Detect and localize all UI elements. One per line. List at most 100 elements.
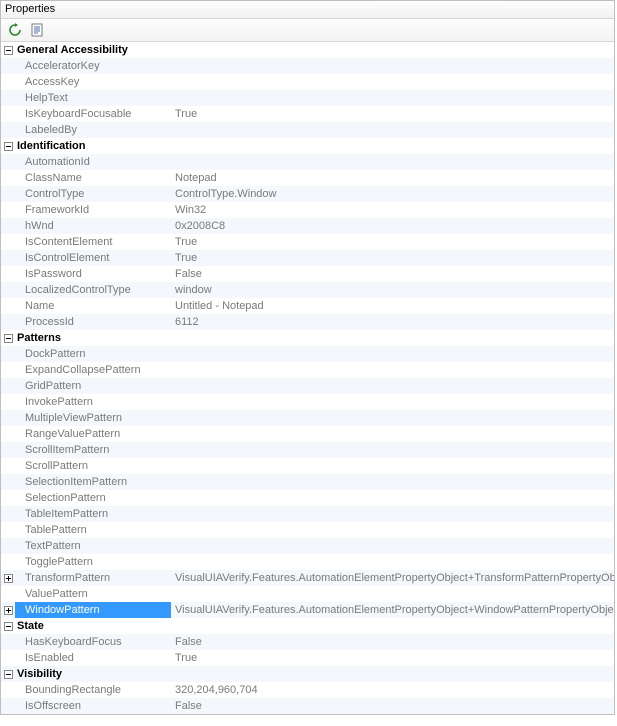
property-row[interactable]: DockPattern	[1, 346, 614, 362]
property-value[interactable]	[171, 378, 614, 394]
property-row[interactable]: TextPattern	[1, 538, 614, 554]
category-row[interactable]: Visibility	[1, 666, 614, 682]
property-row[interactable]: ControlTypeControlType.Window	[1, 186, 614, 202]
expander-spacer	[1, 154, 15, 170]
expander-spacer	[1, 698, 15, 714]
property-value[interactable]	[171, 410, 614, 426]
category-row[interactable]: Patterns	[1, 330, 614, 346]
property-row[interactable]: TableItemPattern	[1, 506, 614, 522]
expand-icon[interactable]	[1, 602, 15, 618]
property-row[interactable]: MultipleViewPattern	[1, 410, 614, 426]
property-row[interactable]: GridPattern	[1, 378, 614, 394]
category-label: State	[15, 618, 171, 634]
property-label: TableItemPattern	[15, 506, 171, 522]
property-value[interactable]	[171, 90, 614, 106]
property-row[interactable]: ScrollItemPattern	[1, 442, 614, 458]
property-row[interactable]: IsControlElementTrue	[1, 250, 614, 266]
category-row[interactable]: General Accessibility	[1, 42, 614, 58]
property-grid[interactable]: General AccessibilityAcceleratorKeyAcces…	[1, 42, 614, 714]
collapse-icon[interactable]	[1, 42, 15, 58]
property-value[interactable]	[171, 394, 614, 410]
property-value[interactable]: Win32	[171, 202, 614, 218]
property-row[interactable]: AccessKey	[1, 74, 614, 90]
collapse-icon[interactable]	[1, 330, 15, 346]
property-value[interactable]: Notepad	[171, 170, 614, 186]
property-value[interactable]	[171, 426, 614, 442]
property-row[interactable]: SelectionItemPattern	[1, 474, 614, 490]
property-row[interactable]: HasKeyboardFocusFalse	[1, 634, 614, 650]
property-value[interactable]	[171, 74, 614, 90]
property-value[interactable]	[171, 442, 614, 458]
expander-spacer	[1, 554, 15, 570]
property-value[interactable]	[171, 362, 614, 378]
property-value[interactable]: True	[171, 234, 614, 250]
property-value[interactable]	[171, 538, 614, 554]
property-value[interactable]	[171, 586, 614, 602]
property-label: HasKeyboardFocus	[15, 634, 171, 650]
property-value[interactable]: ControlType.Window	[171, 186, 614, 202]
expander-spacer	[1, 234, 15, 250]
property-value[interactable]: True	[171, 650, 614, 666]
property-row[interactable]: ClassNameNotepad	[1, 170, 614, 186]
collapse-icon[interactable]	[1, 618, 15, 634]
property-value[interactable]: True	[171, 106, 614, 122]
property-value[interactable]	[171, 122, 614, 138]
property-value[interactable]: 0x2008C8	[171, 218, 614, 234]
property-row[interactable]: AutomationId	[1, 154, 614, 170]
property-row[interactable]: NameUntitled - Notepad	[1, 298, 614, 314]
refresh-button[interactable]	[7, 22, 23, 38]
collapse-icon[interactable]	[1, 138, 15, 154]
property-value[interactable]: False	[171, 698, 614, 714]
property-row[interactable]: LabeledBy	[1, 122, 614, 138]
property-value[interactable]: 320,204,960,704	[171, 682, 614, 698]
property-value[interactable]	[171, 506, 614, 522]
property-row[interactable]: TablePattern	[1, 522, 614, 538]
category-row[interactable]: Identification	[1, 138, 614, 154]
property-row[interactable]: WindowPatternVisualUIAVerify.Features.Au…	[1, 602, 614, 618]
category-label: Identification	[15, 138, 171, 154]
property-row[interactable]: IsEnabledTrue	[1, 650, 614, 666]
property-row[interactable]: ValuePattern	[1, 586, 614, 602]
collapse-icon[interactable]	[1, 666, 15, 682]
property-value[interactable]	[171, 154, 614, 170]
expand-icon[interactable]	[1, 570, 15, 586]
expander-spacer	[1, 506, 15, 522]
property-value[interactable]	[171, 522, 614, 538]
property-value[interactable]	[171, 554, 614, 570]
view-button[interactable]	[29, 22, 45, 38]
property-label: hWnd	[15, 218, 171, 234]
property-value[interactable]: VisualUIAVerify.Features.AutomationEleme…	[171, 602, 614, 618]
property-value[interactable]	[171, 474, 614, 490]
property-value[interactable]: True	[171, 250, 614, 266]
property-row[interactable]: ExpandCollapsePattern	[1, 362, 614, 378]
property-value[interactable]: 6112	[171, 314, 614, 330]
property-row[interactable]: InvokePattern	[1, 394, 614, 410]
property-value[interactable]: VisualUIAVerify.Features.AutomationEleme…	[171, 570, 614, 586]
property-row[interactable]: FrameworkIdWin32	[1, 202, 614, 218]
property-row[interactable]: TogglePattern	[1, 554, 614, 570]
property-row[interactable]: ScrollPattern	[1, 458, 614, 474]
category-row[interactable]: State	[1, 618, 614, 634]
property-label: ExpandCollapsePattern	[15, 362, 171, 378]
property-row[interactable]: IsOffscreenFalse	[1, 698, 614, 714]
property-value[interactable]	[171, 458, 614, 474]
property-row[interactable]: AcceleratorKey	[1, 58, 614, 74]
property-row[interactable]: HelpText	[1, 90, 614, 106]
property-row[interactable]: IsKeyboardFocusableTrue	[1, 106, 614, 122]
property-value[interactable]: window	[171, 282, 614, 298]
property-row[interactable]: LocalizedControlTypewindow	[1, 282, 614, 298]
property-value[interactable]: Untitled - Notepad	[171, 298, 614, 314]
property-value[interactable]: False	[171, 266, 614, 282]
property-row[interactable]: IsContentElementTrue	[1, 234, 614, 250]
property-row[interactable]: hWnd0x2008C8	[1, 218, 614, 234]
property-value[interactable]	[171, 58, 614, 74]
property-value[interactable]: False	[171, 634, 614, 650]
property-value[interactable]	[171, 346, 614, 362]
property-row[interactable]: SelectionPattern	[1, 490, 614, 506]
property-row[interactable]: BoundingRectangle320,204,960,704	[1, 682, 614, 698]
property-row[interactable]: TransformPatternVisualUIAVerify.Features…	[1, 570, 614, 586]
property-row[interactable]: RangeValuePattern	[1, 426, 614, 442]
property-row[interactable]: IsPasswordFalse	[1, 266, 614, 282]
property-row[interactable]: ProcessId6112	[1, 314, 614, 330]
property-value[interactable]	[171, 490, 614, 506]
